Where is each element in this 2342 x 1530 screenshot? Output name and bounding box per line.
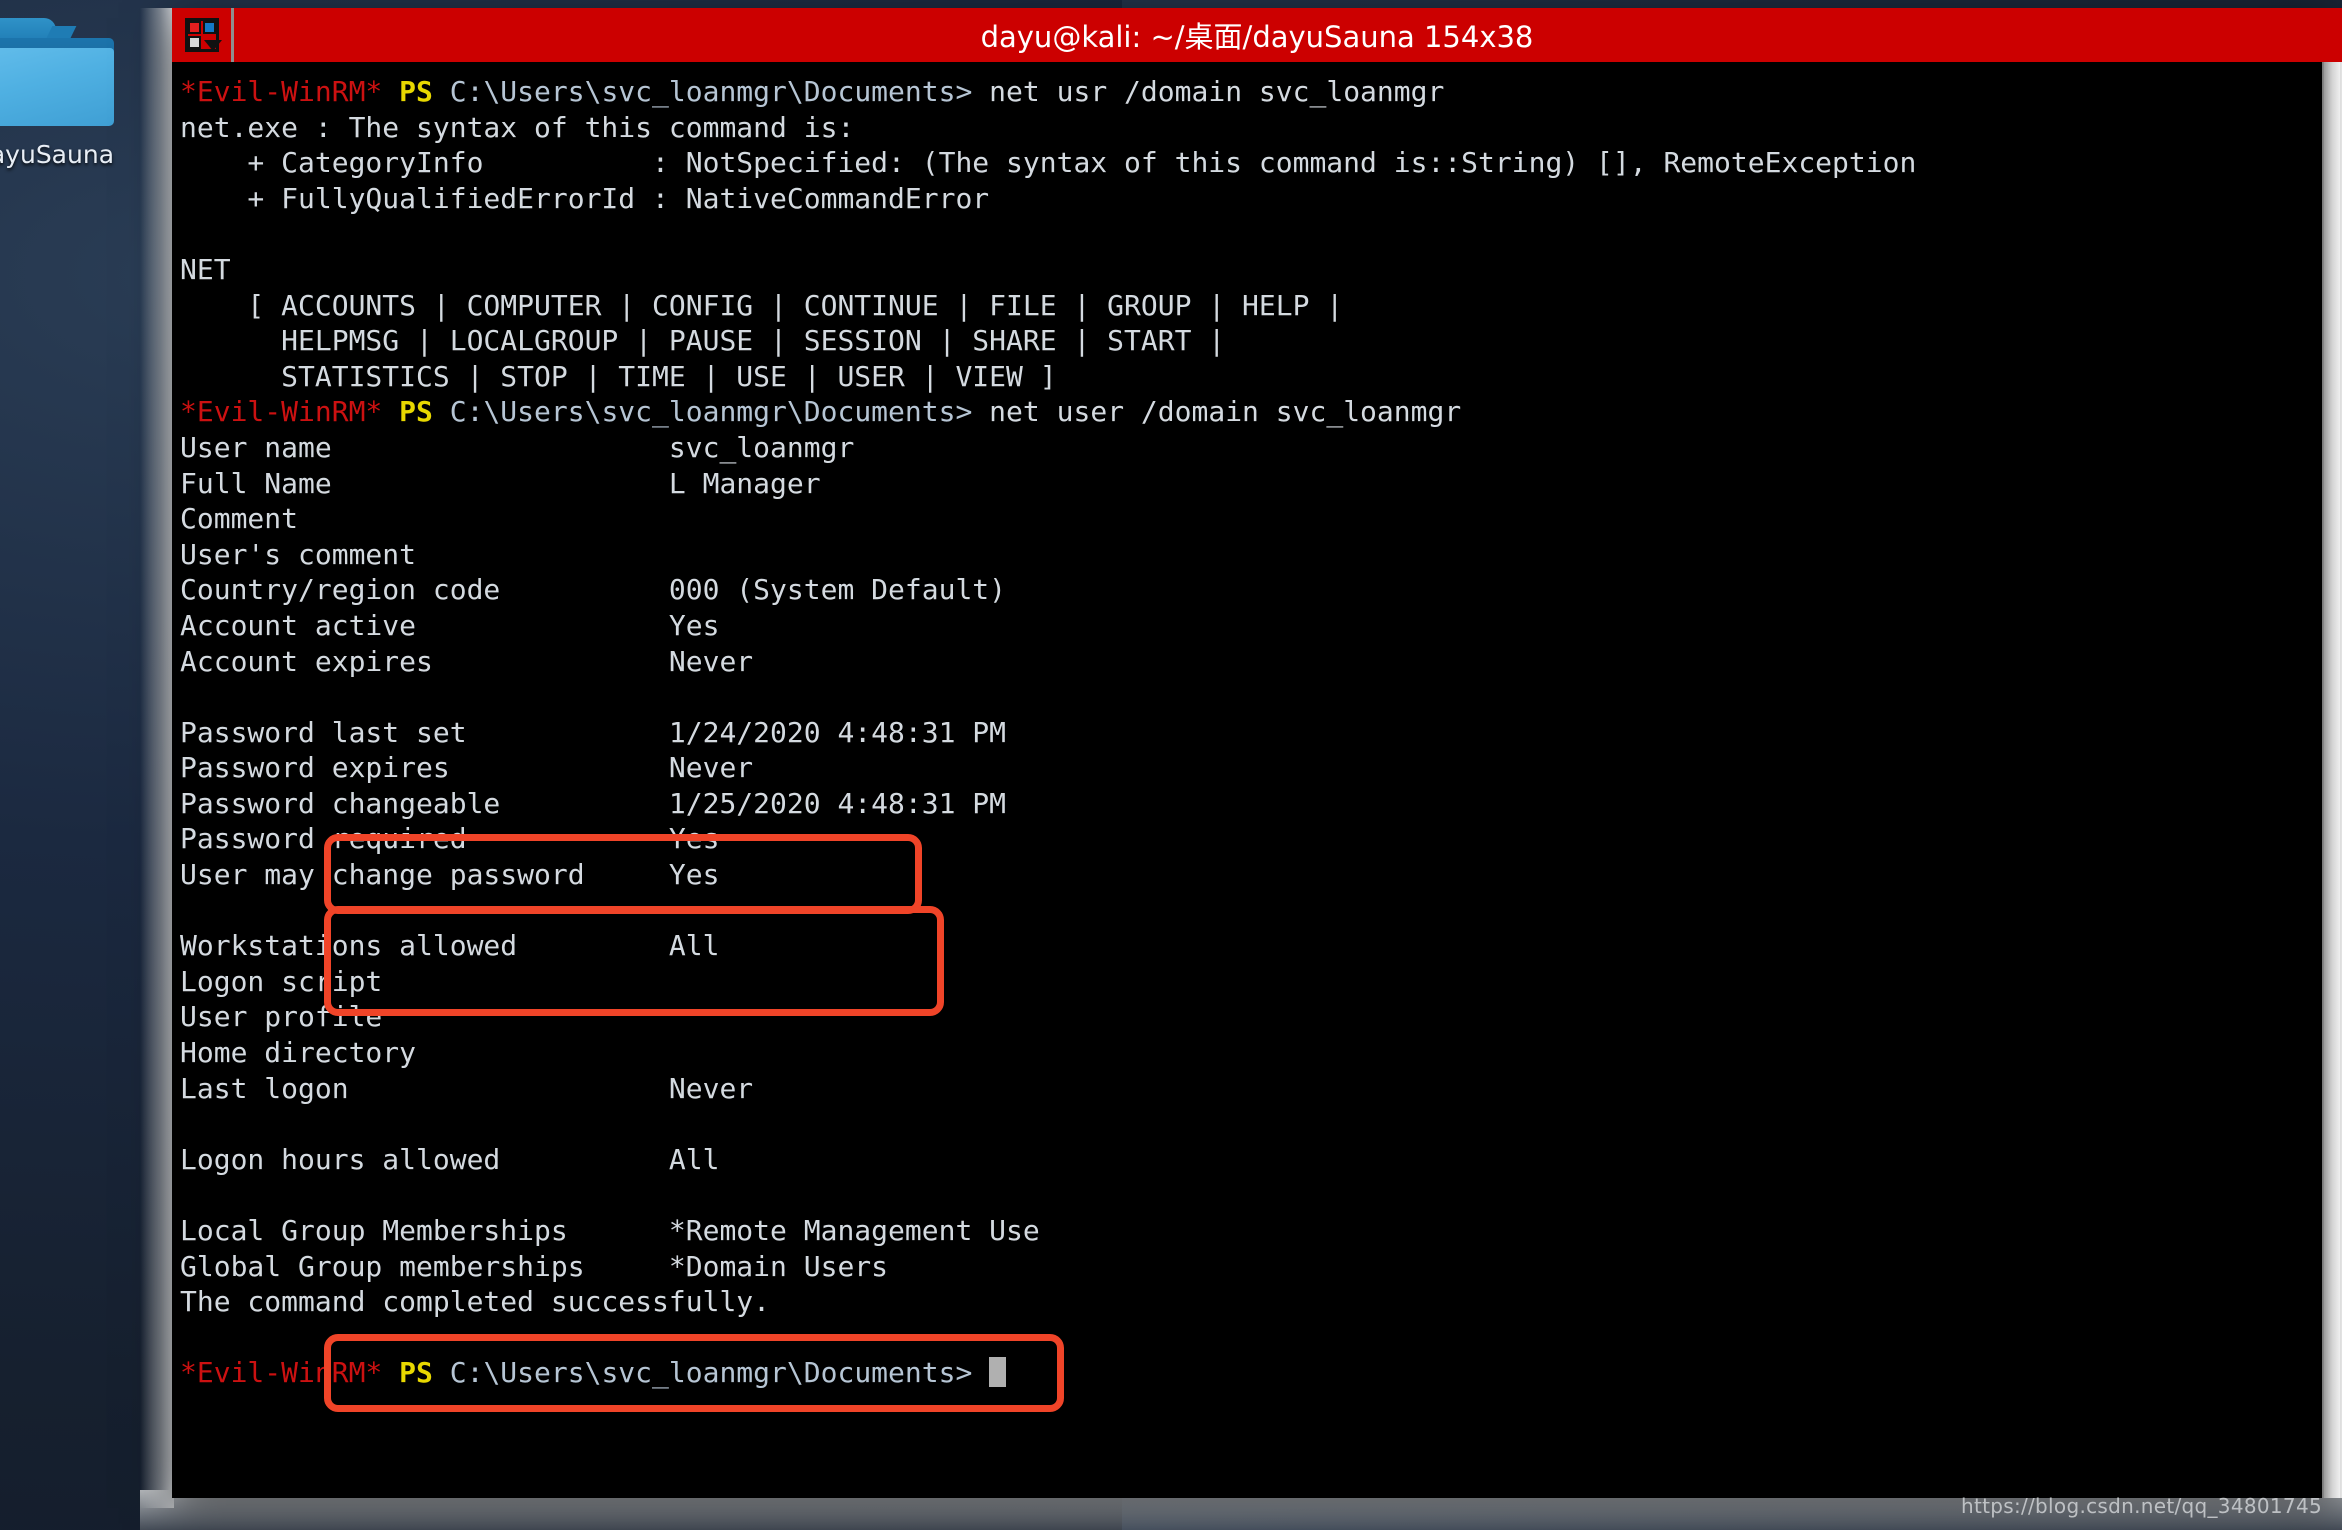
terminal-output: *Evil-WinRM* PS C:\Users\svc_loanmgr\Doc… (180, 75, 1917, 1390)
chevron-down-icon (203, 40, 222, 51)
desktop-background: dayuSauna dayu@kali: ~/桌面/dayuSauna 154x… (0, 0, 2342, 1530)
window-title-bar[interactable]: dayu@kali: ~/桌面/dayuSauna 154x38 (172, 8, 2342, 62)
terminal-body[interactable]: *Evil-WinRM* PS C:\Users\svc_loanmgr\Doc… (172, 62, 2342, 1498)
title-bar-icon-cell[interactable] (172, 8, 234, 62)
folder-icon (0, 18, 114, 126)
scrollbar-thumb[interactable] (2324, 62, 2340, 1498)
terminal-screen[interactable]: *Evil-WinRM* PS C:\Users\svc_loanmgr\Doc… (172, 62, 2322, 1498)
window-title: dayu@kali: ~/桌面/dayuSauna 154x38 (980, 20, 1534, 54)
desktop-icon-dayusauna[interactable]: dayuSauna (0, 18, 124, 169)
terminal-window: dayu@kali: ~/桌面/dayuSauna 154x38 *Evil-W… (172, 8, 2342, 1498)
watermark: https://blog.csdn.net/qq_34801745 (1960, 1494, 2322, 1518)
window-shadow-left (140, 8, 174, 1508)
terminal-dropdown-icon[interactable] (184, 18, 222, 52)
terminal-scrollbar[interactable] (2322, 62, 2342, 1498)
desktop-icon-label: dayuSauna (0, 140, 115, 169)
